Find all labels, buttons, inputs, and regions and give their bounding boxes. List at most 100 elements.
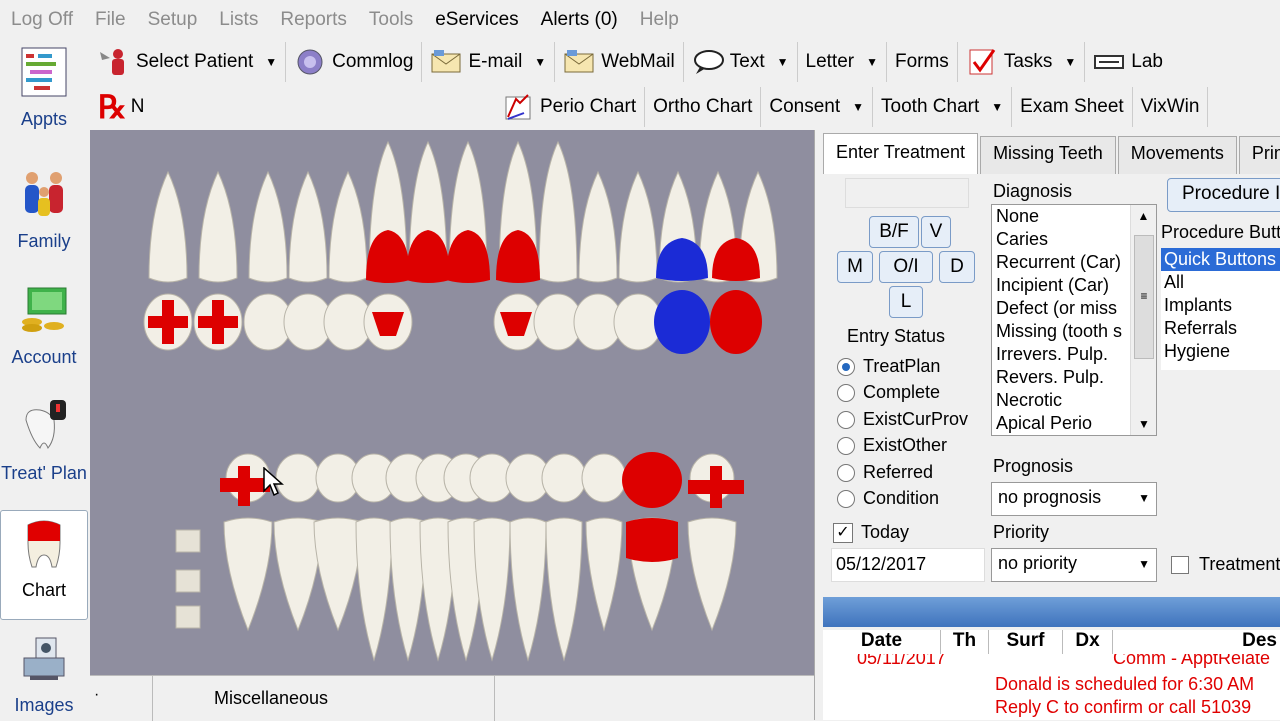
upper-tooth[interactable] (248, 170, 288, 283)
lower-tooth[interactable] (313, 517, 363, 632)
treatment-checkbox[interactable]: Treatment (1171, 554, 1280, 575)
priority-select[interactable]: no priority ▼ (991, 548, 1157, 582)
treatment-crown[interactable] (622, 452, 682, 508)
existing-crown[interactable] (654, 290, 710, 354)
tooth-chart-graphic[interactable] (90, 130, 814, 675)
column-header[interactable]: Surf (989, 630, 1063, 654)
list-item[interactable]: Hygiene (1161, 340, 1280, 363)
chevron-down-icon[interactable]: ▼ (1138, 491, 1150, 505)
status-existcurprov-radio[interactable]: ExistCurProv (837, 409, 968, 430)
chevron-down-icon[interactable]: ▼ (866, 55, 878, 69)
module-family[interactable]: Family (0, 166, 88, 252)
status-condition-radio[interactable]: Condition (837, 488, 939, 509)
column-header[interactable]: Dx (1063, 630, 1113, 654)
status-existother-radio[interactable]: ExistOther (837, 435, 947, 456)
list-item[interactable]: All (1161, 271, 1280, 294)
chevron-down-icon[interactable]: ▼ (991, 100, 1003, 114)
menu-tools[interactable]: Tools (358, 9, 424, 31)
surface-m-button[interactable]: M (837, 251, 873, 283)
surface-v-button[interactable]: V (921, 216, 951, 248)
lower-tooth[interactable] (355, 517, 393, 662)
tab-blank[interactable]: · (94, 686, 152, 704)
list-item[interactable]: Referrals (1161, 317, 1280, 340)
surface-d-button[interactable]: D (939, 251, 975, 283)
lower-tooth[interactable] (585, 517, 623, 632)
scroll-thumb[interactable]: ≡ (1134, 235, 1154, 359)
exam-sheet-button[interactable]: Exam Sheet (1012, 87, 1133, 127)
labs-button[interactable]: Lab (1085, 42, 1171, 82)
prognosis-select[interactable]: no prognosis ▼ (991, 482, 1157, 516)
upper-tooth[interactable] (538, 140, 578, 283)
lower-tooth[interactable] (473, 517, 511, 662)
tab-movements[interactable]: Movements (1117, 136, 1237, 174)
lower-tooth[interactable] (687, 517, 737, 632)
perio-chart-button[interactable]: Perio Chart (494, 87, 646, 127)
menu-alerts[interactable]: Alerts (0) (530, 9, 629, 31)
rx-button[interactable]: ℞ N (90, 87, 154, 127)
surface-bf-button[interactable]: B/F (869, 216, 919, 248)
upper-tooth[interactable] (578, 170, 618, 283)
tab-missing-teeth[interactable]: Missing Teeth (980, 136, 1116, 174)
surface-oi-button[interactable]: O/I (879, 251, 933, 283)
ortho-chart-button[interactable]: Ortho Chart (645, 87, 762, 127)
today-checkbox[interactable]: ✓ Today (833, 522, 909, 543)
upper-tooth[interactable] (618, 170, 658, 283)
lower-tooth[interactable] (223, 517, 273, 632)
chevron-down-icon[interactable]: ▼ (777, 55, 789, 69)
tab-enter-treatment[interactable]: Enter Treatment (823, 133, 979, 174)
scroll-up-icon[interactable]: ▲ (1131, 205, 1156, 223)
procedure-buttons-list[interactable]: Quick Buttons All Implants Referrals Hyg… (1161, 248, 1280, 370)
menu-reports[interactable]: Reports (269, 9, 358, 31)
treatment-crown[interactable] (710, 290, 762, 354)
date-field[interactable]: 05/12/2017 (831, 548, 985, 582)
tooth-chart[interactable] (90, 130, 814, 675)
menu-lists[interactable]: Lists (208, 9, 269, 31)
menu-help[interactable]: Help (629, 9, 690, 31)
menu-eservices[interactable]: eServices (424, 9, 529, 31)
text-button[interactable]: Text ▼ (684, 42, 798, 82)
upper-tooth[interactable] (328, 170, 368, 283)
status-complete-radio[interactable]: Complete (837, 382, 940, 403)
letter-button[interactable]: Letter ▼ (798, 42, 887, 82)
procedure-code-field[interactable] (845, 178, 969, 208)
surface-l-button[interactable]: L (889, 286, 923, 318)
treatment-crown[interactable] (626, 518, 678, 562)
module-appts[interactable]: Appts (0, 44, 88, 130)
tooth-chart-button[interactable]: Tooth Chart ▼ (873, 87, 1013, 127)
commlog-button[interactable]: Commlog (286, 42, 423, 82)
menu-log-off[interactable]: Log Off (0, 9, 84, 31)
list-item[interactable]: Implants (1161, 294, 1280, 317)
module-chart[interactable]: Chart (0, 510, 88, 620)
upper-tooth[interactable] (198, 170, 238, 283)
module-images[interactable]: Images (0, 630, 88, 716)
module-treat-plan[interactable]: Treat' Plan (0, 398, 88, 483)
scroll-down-icon[interactable]: ▼ (1131, 417, 1156, 431)
tasks-button[interactable]: Tasks ▼ (958, 42, 1086, 82)
column-header[interactable]: Des (1113, 630, 1280, 654)
select-patient-button[interactable]: Select Patient ▼ (90, 42, 287, 82)
menu-file[interactable]: File (84, 9, 137, 31)
upper-tooth[interactable] (288, 170, 328, 283)
chevron-down-icon[interactable]: ▼ (265, 55, 277, 69)
lower-occlusal-tooth[interactable] (581, 453, 627, 503)
chevron-down-icon[interactable]: ▼ (1064, 55, 1076, 69)
upper-tooth[interactable] (148, 170, 188, 283)
column-header[interactable]: Date (823, 630, 941, 654)
scrollbar[interactable]: ▲ ≡ ▼ (1130, 205, 1156, 435)
tab-miscellaneous[interactable]: Miscellaneous (214, 688, 328, 709)
lower-occlusal-tooth[interactable] (541, 453, 587, 503)
menu-setup[interactable]: Setup (137, 9, 209, 31)
lower-tooth[interactable] (509, 517, 547, 662)
forms-button[interactable]: Forms (887, 42, 958, 82)
module-account[interactable]: Account (0, 282, 88, 368)
email-button[interactable]: E-mail ▼ (422, 42, 556, 82)
webmail-button[interactable]: WebMail (555, 42, 684, 82)
diagnosis-list[interactable]: None Caries Recurrent (Car) Incipient (C… (991, 204, 1157, 436)
progress-grid[interactable]: 05/11/2017 Comm - ApptRelate Donald is s… (823, 654, 1280, 720)
chevron-down-icon[interactable]: ▼ (1138, 557, 1150, 571)
lower-tooth[interactable] (545, 517, 583, 662)
consent-button[interactable]: Consent ▼ (761, 87, 874, 127)
status-treatplan-radio[interactable]: TreatPlan (837, 356, 940, 377)
tab-primary[interactable]: Prim (1238, 136, 1280, 174)
chevron-down-icon[interactable]: ▼ (534, 55, 546, 69)
